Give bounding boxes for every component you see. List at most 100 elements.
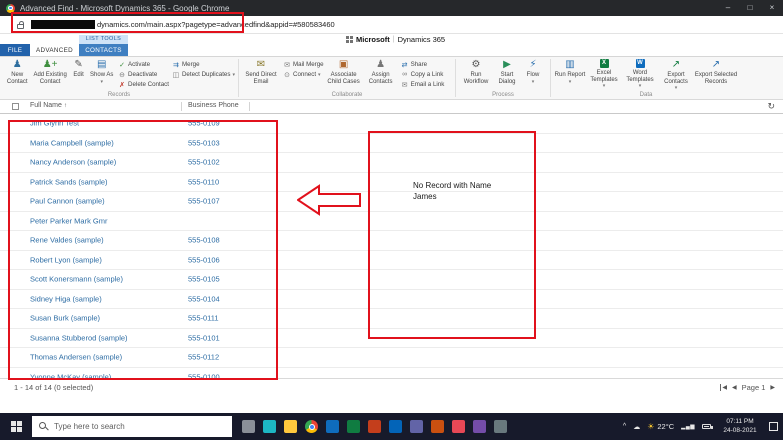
workflow-gear-icon: ⚙ xyxy=(471,59,481,70)
merge-icon: ⇉ xyxy=(173,61,179,69)
activate-button[interactable]: ✓ Activate xyxy=(118,60,169,69)
ribbon-group-process: ⚙ Run Workflow ▶ Start Dialog ⚡ Flow ▾ P… xyxy=(456,57,550,99)
button-label: Export Contacts xyxy=(664,72,688,85)
ribbon-group-records: ♟ New Contact ♟+ Add Existing Contact ✎ … xyxy=(0,57,238,99)
battery-icon[interactable] xyxy=(702,424,713,429)
taskbar-app-icon[interactable] xyxy=(347,420,360,433)
export-selected-records-button[interactable]: ↗ Export Selected Records xyxy=(694,58,738,85)
column-header-full-name[interactable]: Full Name ↑ xyxy=(30,102,67,109)
close-button[interactable]: × xyxy=(761,0,783,16)
taskbar-app-icon[interactable] xyxy=(368,420,381,433)
new-contact-button[interactable]: ♟ New Contact xyxy=(3,58,31,85)
note-line-2: James xyxy=(413,192,437,202)
copy-a-link-button[interactable]: ∞ Copy a Link xyxy=(401,70,445,79)
weather-widget[interactable]: ☀ 22°C xyxy=(647,422,674,431)
share-button[interactable]: ⇄ Share xyxy=(401,60,445,69)
tab-contacts[interactable]: CONTACTS xyxy=(79,44,128,56)
tab-file[interactable]: FILE xyxy=(0,44,30,56)
associate-child-cases-button[interactable]: ▣ Associate Child Cases xyxy=(324,58,364,85)
onedrive-cloud-icon[interactable]: ☁ xyxy=(633,423,640,431)
button-label: Export Selected Records xyxy=(694,72,738,85)
file-explorer-icon[interactable] xyxy=(284,420,297,433)
show-as-button[interactable]: ▤ Show As ▾ xyxy=(88,58,115,85)
taskbar-app-icon[interactable] xyxy=(326,420,339,433)
microsoft-logo-icon xyxy=(346,36,353,43)
taskbar-search-box[interactable]: Type here to search xyxy=(32,416,232,437)
pager: ◀ ◀ Page 1 ▶ xyxy=(720,383,775,392)
deactivate-button[interactable]: ⊖ Deactivate xyxy=(118,70,169,79)
flow-button[interactable]: ⚡ Flow ▾ xyxy=(521,58,545,85)
button-label: Detect Duplicates xyxy=(181,71,231,78)
chevron-down-icon: ▾ xyxy=(531,78,535,85)
taskbar-clock[interactable]: 07:11 PM 24-08-2021 xyxy=(718,418,762,436)
add-contact-icon: ♟+ xyxy=(42,59,58,70)
action-center-icon[interactable] xyxy=(769,422,778,431)
network-signal-icon[interactable]: ▂▄▆ xyxy=(681,424,695,430)
taskbar-app-icon[interactable] xyxy=(263,420,276,433)
assign-contacts-button[interactable]: ♟ Assign Contacts xyxy=(364,58,398,85)
collaborate-small-buttons-2: ⇄ Share ∞ Copy a Link ✉ Email a Link xyxy=(401,58,445,89)
column-divider[interactable] xyxy=(181,102,182,111)
export-icon: ↗ xyxy=(671,59,681,70)
taskbar-app-icon[interactable] xyxy=(494,420,507,433)
clock-time: 07:11 PM xyxy=(726,417,754,425)
delete-contact-button[interactable]: ✗ Delete Contact xyxy=(118,80,169,89)
delete-icon: ✗ xyxy=(119,81,125,89)
chrome-app-icon[interactable] xyxy=(305,420,318,433)
detect-duplicates-button[interactable]: ◫ Detect Duplicates ▾ xyxy=(172,70,235,79)
previous-page-button[interactable]: ◀ xyxy=(732,384,737,391)
button-label: Copy a Link xyxy=(410,71,444,78)
refresh-icon[interactable]: ↻ xyxy=(767,101,775,112)
temperature-label: 22°C xyxy=(657,422,675,431)
page-label: Page 1 xyxy=(741,383,766,392)
note-box-annotation: No Record with Name James xyxy=(368,131,536,339)
button-label: Run Report xyxy=(554,72,586,78)
excel-templates-button[interactable]: X Excel Templates ▾ xyxy=(586,58,622,90)
column-header-business-phone[interactable]: Business Phone xyxy=(188,102,239,109)
tray-expand-icon[interactable]: ^ xyxy=(623,423,626,430)
column-divider[interactable] xyxy=(249,102,250,111)
email-a-link-button[interactable]: ✉ Email a Link xyxy=(401,80,445,89)
tab-advanced-find[interactable]: ADVANCED FIND xyxy=(30,44,79,67)
start-button[interactable] xyxy=(0,421,32,432)
select-all-checkbox[interactable] xyxy=(12,103,19,110)
next-page-button[interactable]: ▶ xyxy=(770,384,775,391)
first-page-button[interactable]: ◀ xyxy=(720,384,727,391)
button-label: Flow xyxy=(526,72,540,78)
send-direct-email-button[interactable]: ✉ Send Direct Email xyxy=(242,58,280,85)
run-report-button[interactable]: ▥ Run Report ▾ xyxy=(554,58,586,85)
microsoft-label: Microsoft xyxy=(356,35,390,44)
sort-ascending-icon: ↑ xyxy=(63,103,67,109)
merge-button[interactable]: ⇉ Merge xyxy=(172,60,235,69)
taskbar-app-icon[interactable] xyxy=(452,420,465,433)
button-label: Add Existing Contact xyxy=(33,72,67,85)
button-label: Show As xyxy=(90,72,114,78)
taskbar-app-icon[interactable] xyxy=(410,420,423,433)
minimize-button[interactable]: – xyxy=(717,0,739,16)
run-workflow-button[interactable]: ⚙ Run Workflow xyxy=(459,58,493,85)
edit-button[interactable]: ✎ Edit xyxy=(69,58,89,79)
chevron-down-icon: ▾ xyxy=(568,78,572,85)
mail-merge-button[interactable]: ✉ Mail Merge xyxy=(283,60,324,69)
report-icon: ▥ xyxy=(565,59,575,70)
start-dialog-button[interactable]: ▶ Start Dialog xyxy=(493,58,521,85)
url-highlight-annotation xyxy=(11,12,244,33)
taskbar-app-icon[interactable] xyxy=(242,420,255,433)
button-label: Activate xyxy=(128,61,151,68)
taskbar-app-icon[interactable] xyxy=(431,420,444,433)
export-contacts-button[interactable]: ↗ Export Contacts ▾ xyxy=(658,58,694,92)
add-existing-contact-button[interactable]: ♟+ Add Existing Contact xyxy=(31,58,68,85)
link-icon: ∞ xyxy=(402,71,408,78)
group-label: Process xyxy=(492,92,514,98)
connect-button[interactable]: ⊙ Connect ▾ xyxy=(283,70,324,79)
chevron-down-icon: ▾ xyxy=(232,71,235,78)
taskbar-app-icon[interactable] xyxy=(389,420,402,433)
word-templates-button[interactable]: W Word Templates ▾ xyxy=(622,58,658,90)
grid-header: Full Name ↑ Business Phone ↻ xyxy=(0,100,783,114)
maximize-button[interactable]: □ xyxy=(739,0,761,16)
button-label: Connect xyxy=(293,71,317,78)
product-label: Dynamics 365 xyxy=(397,35,446,44)
chevron-down-icon: ▾ xyxy=(318,71,321,78)
button-label: Send Direct Email xyxy=(245,72,277,85)
taskbar-app-icon[interactable] xyxy=(473,420,486,433)
